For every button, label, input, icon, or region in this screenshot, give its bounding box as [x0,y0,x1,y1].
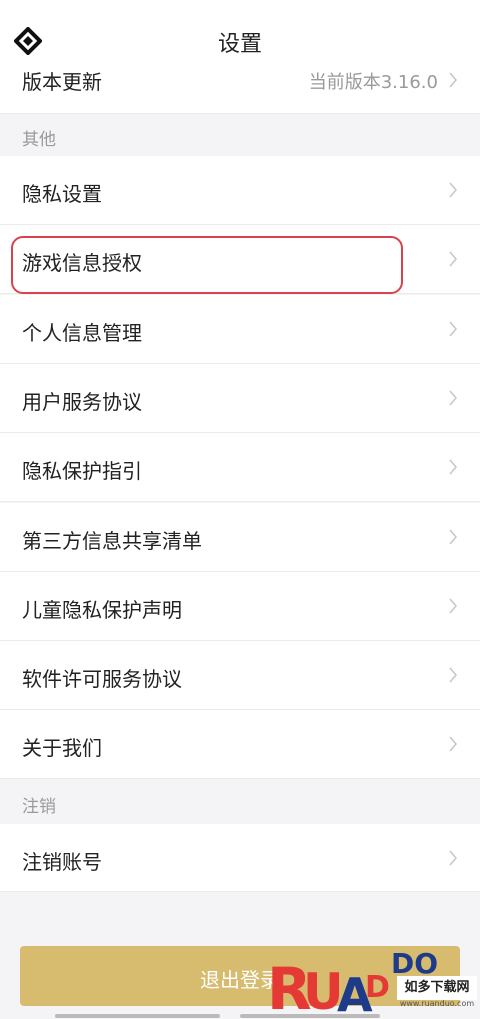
settings-row-cancel-account[interactable]: 注销账号 [0,824,480,892]
home-indicator-left [55,1014,220,1018]
chevron-right-icon [449,72,458,88]
settings-row[interactable]: 用户服务协议 [0,364,480,433]
watermark-sub: 如多下载网 [397,976,477,1000]
chevron-right-icon [449,251,458,267]
section-label: 注销 [22,797,56,817]
section-header-cancel: 注销 [0,780,480,824]
chevron-right-icon [449,667,458,683]
settings-row-label: 个人信息管理 [22,321,142,345]
page-title: 设置 [217,32,262,57]
chevron-right-icon [449,736,458,752]
home-indicator-right [240,1014,380,1018]
settings-row-label: 第三方信息共享清单 [22,529,202,553]
settings-row-label: 注销账号 [22,850,102,874]
settings-row[interactable]: 个人信息管理 [0,295,480,364]
version-value: 当前版本3.16.0 [308,72,438,93]
settings-row-label: 隐私保护指引 [22,459,142,483]
highlight-annotation [11,236,403,294]
watermark-logo: R U A D DO 如多下载网 www.ruanduo.com [265,939,480,1019]
version-update-row[interactable]: 版本更新 当前版本3.16.0 [0,62,480,114]
chevron-right-icon [449,321,458,337]
chevron-right-icon [449,390,458,406]
settings-row-label: 隐私设置 [22,182,102,206]
settings-row[interactable]: 第三方信息共享清单 [0,503,480,572]
chevron-right-icon [449,459,458,475]
settings-row-label: 软件许可服务协议 [22,667,182,691]
settings-row[interactable]: 隐私保护指引 [0,433,480,502]
settings-row-label: 用户服务协议 [22,390,142,414]
chevron-right-icon [449,850,458,866]
chevron-right-icon [449,598,458,614]
settings-row[interactable]: 关于我们 [0,710,480,779]
top-bar: 设置 [0,0,480,62]
settings-row[interactable]: 隐私设置 [0,156,480,225]
section-header-other: 其他 [0,114,480,156]
chevron-right-icon [449,182,458,198]
watermark-url: www.ruanduo.com [399,999,475,1008]
section-label: 其他 [22,130,56,150]
svg-text:D: D [365,970,390,1005]
settings-row[interactable]: 儿童隐私保护声明 [0,572,480,641]
settings-row-label: 关于我们 [22,736,102,760]
settings-row-label: 儿童隐私保护声明 [22,598,182,622]
settings-row[interactable]: 软件许可服务协议 [0,641,480,710]
chevron-right-icon [449,529,458,545]
version-update-label: 版本更新 [22,70,102,94]
